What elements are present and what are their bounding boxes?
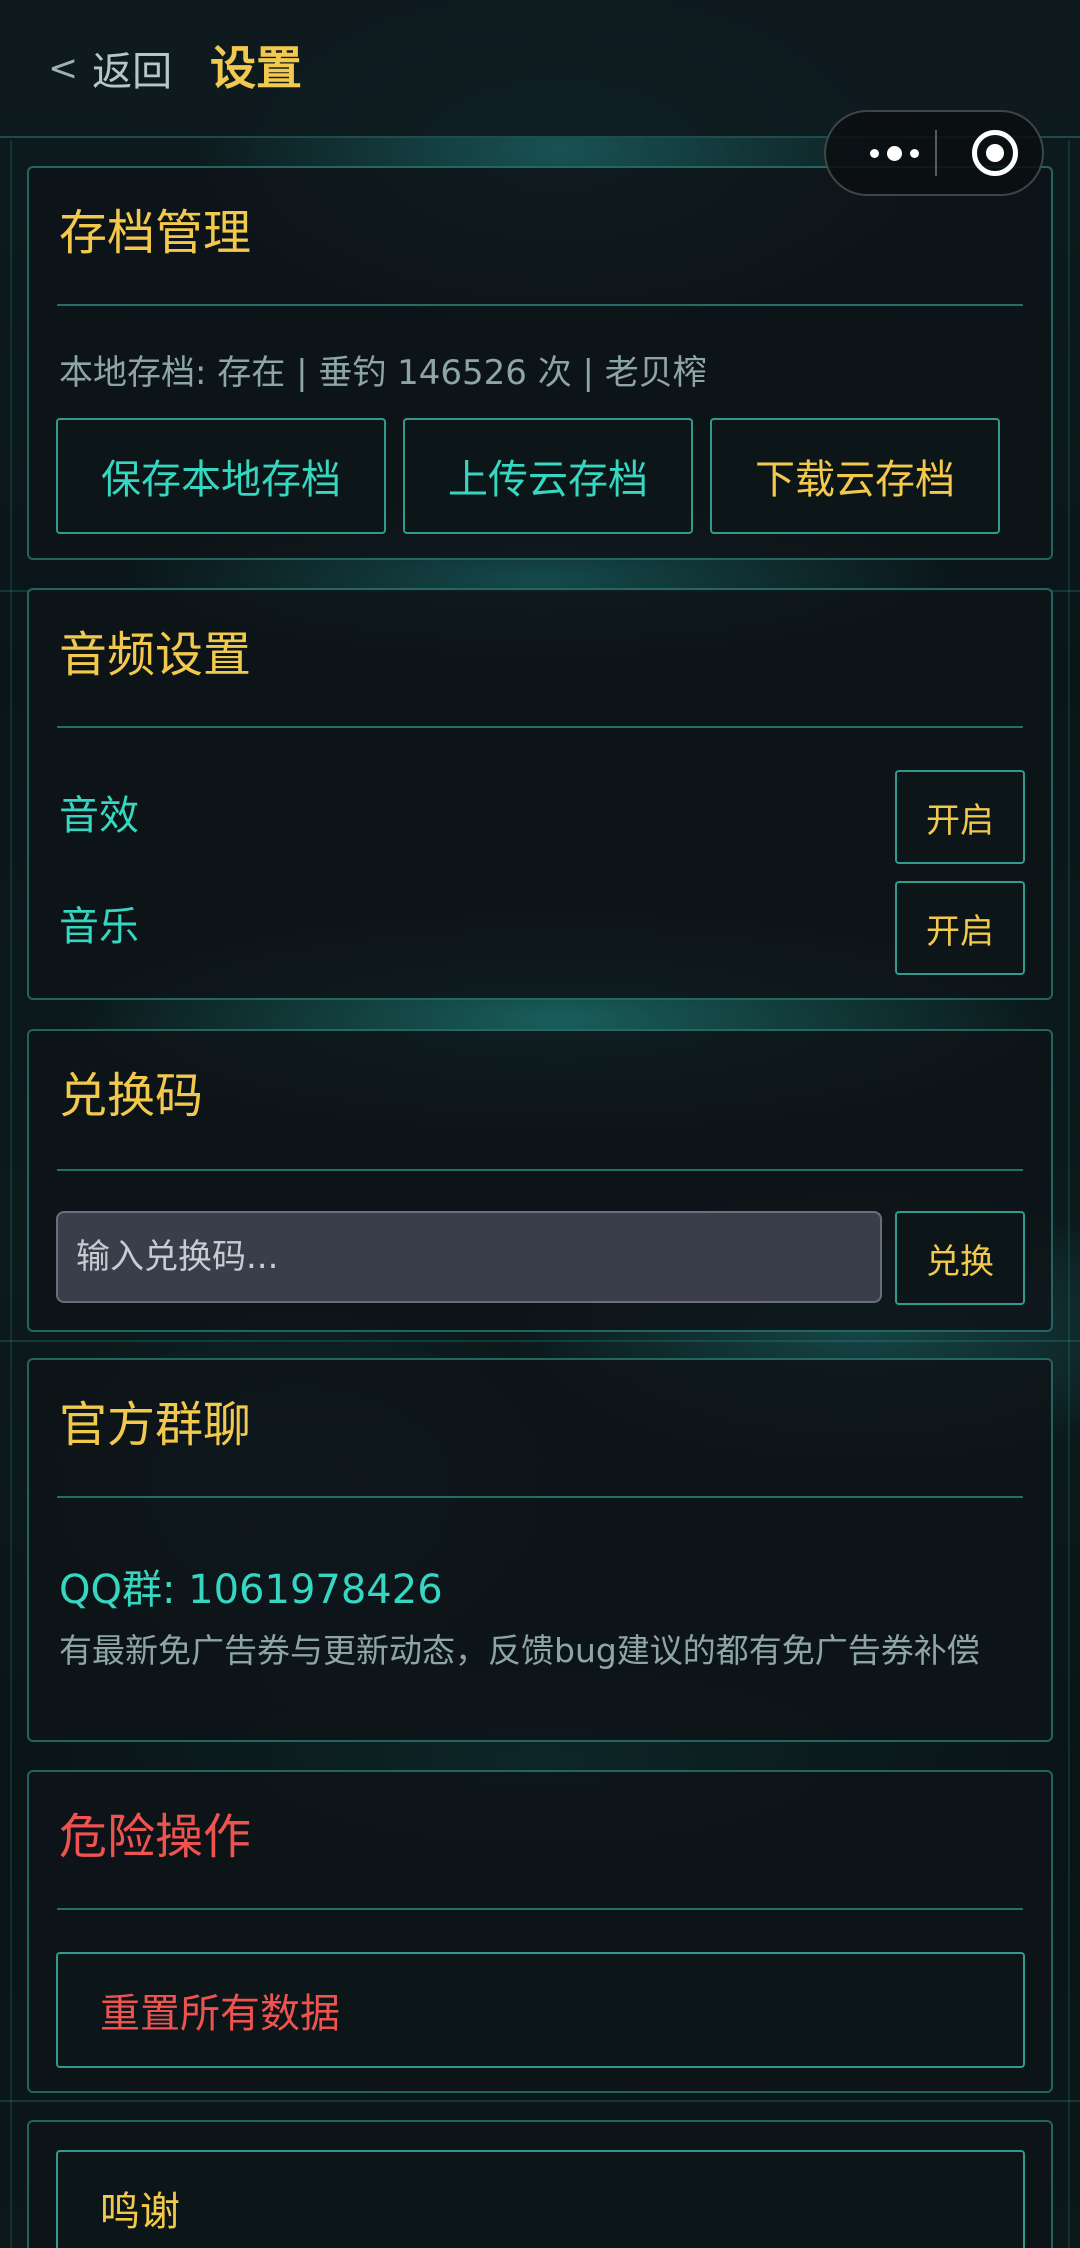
qq-group-number: QQ群: 1061978426 xyxy=(59,1567,443,1613)
group-title: 官方群聊 xyxy=(59,1397,252,1453)
divider xyxy=(57,726,1023,728)
audio-card: 音频设置 音效 开启 音乐 开启 xyxy=(27,588,1053,1000)
more-dots-icon[interactable] xyxy=(854,112,934,194)
divider xyxy=(57,1496,1023,1498)
page-title: 设置 xyxy=(210,41,302,95)
capsule-divider xyxy=(935,130,937,176)
credits-button[interactable]: 鸣谢 xyxy=(56,2150,1025,2248)
miniprogram-capsule xyxy=(824,110,1044,196)
back-button[interactable]: < 返回 xyxy=(48,40,172,96)
redeem-card: 兑换码 兑换 xyxy=(27,1029,1053,1332)
divider xyxy=(57,1908,1023,1910)
archive-card: 存档管理 本地存档: 存在 | 垂钓 146526 次 | 老贝榨 保存本地存档… xyxy=(27,166,1053,560)
upload-cloud-button[interactable]: 上传云存档 xyxy=(403,418,693,534)
redeem-code-input[interactable] xyxy=(56,1211,882,1303)
music-toggle-button[interactable]: 开启 xyxy=(895,881,1025,975)
sfx-toggle-button[interactable]: 开启 xyxy=(895,770,1025,864)
sfx-label: 音效 xyxy=(59,793,139,839)
danger-card: 危险操作 重置所有数据 xyxy=(27,1770,1053,2093)
settings-page: < 返回 设置 存档管理 本地存档: 存在 | 垂钓 146526 次 | 老贝… xyxy=(0,0,1080,2248)
divider xyxy=(57,304,1023,306)
download-cloud-button[interactable]: 下载云存档 xyxy=(710,418,1000,534)
group-description: 有最新免广告券与更新动态，反馈bug建议的都有免广告券补偿 xyxy=(59,1631,980,1670)
danger-title: 危险操作 xyxy=(59,1809,252,1865)
back-label: 返回 xyxy=(92,49,173,95)
group-card: 官方群聊 QQ群: 1061978426 有最新免广告券与更新动态，反馈bug建… xyxy=(27,1358,1053,1742)
audio-title: 音频设置 xyxy=(59,627,252,683)
archive-title: 存档管理 xyxy=(59,205,252,261)
archive-status: 本地存档: 存在 | 垂钓 146526 次 | 老贝榨 xyxy=(59,353,707,393)
reset-all-data-button[interactable]: 重置所有数据 xyxy=(56,1952,1025,2068)
decor-side-line xyxy=(10,140,12,2248)
divider xyxy=(57,1169,1023,1171)
decor-line xyxy=(0,2100,1080,2102)
redeem-title: 兑换码 xyxy=(59,1068,204,1124)
target-close-icon[interactable] xyxy=(972,130,1018,176)
save-local-button[interactable]: 保存本地存档 xyxy=(56,418,386,534)
decor-line xyxy=(0,1340,1080,1342)
decor-side-line xyxy=(1068,140,1070,2248)
credits-card: 鸣谢 xyxy=(27,2120,1053,2248)
redeem-button[interactable]: 兑换 xyxy=(895,1211,1025,1305)
music-label: 音乐 xyxy=(59,904,139,950)
chevron-left-icon: < xyxy=(48,47,79,89)
